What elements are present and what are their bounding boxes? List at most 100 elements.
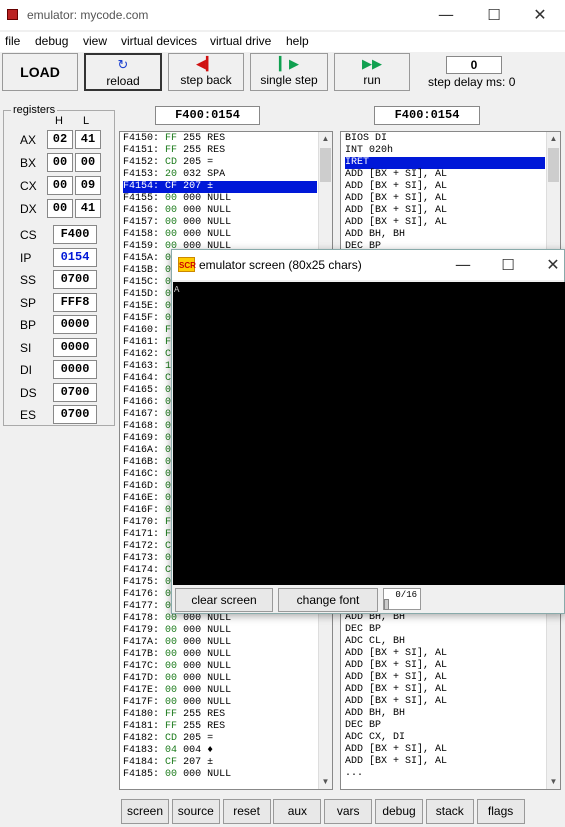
memory-row[interactable]: F4179: 00 000 NULL <box>123 625 313 637</box>
register-si[interactable]: 0000 <box>53 337 97 357</box>
emulator-display[interactable]: A <box>173 282 565 585</box>
scroll-up-icon[interactable]: ▲ <box>547 132 560 146</box>
register-cx-high[interactable]: 00 <box>47 176 73 195</box>
memory-row[interactable]: F4178: 00 000 NULL <box>123 613 313 625</box>
disasm-row[interactable]: DEC BP <box>345 720 381 732</box>
memory-row[interactable]: F4155: 00 000 NULL <box>123 193 313 205</box>
register-es[interactable]: 0700 <box>53 405 97 424</box>
clear-screen-button[interactable]: clear screen <box>175 588 273 612</box>
emulator-screen-title-bar[interactable]: SCR emulator screen (80x25 chars) — ☐ ✕ <box>172 250 564 280</box>
memory-row[interactable]: F417D: 00 000 NULL <box>123 673 313 685</box>
vars-button[interactable]: vars <box>324 799 373 824</box>
scroll-down-icon[interactable]: ▼ <box>319 775 332 789</box>
run-button[interactable]: ▶▶ run <box>334 53 410 91</box>
reset-button[interactable]: reset <box>222 799 271 824</box>
menu-help[interactable]: help <box>286 34 309 48</box>
memory-row[interactable]: F4182: CD 205 = <box>123 733 313 745</box>
debug-button[interactable]: debug <box>375 799 423 824</box>
disasm-row[interactable]: ADD [BX + SI], AL <box>345 684 447 696</box>
title-bar[interactable]: emulator: mycode.com — ☐ ✕ <box>0 0 565 30</box>
close-button[interactable]: ✕ <box>525 4 555 26</box>
close-button[interactable]: ✕ <box>538 254 565 276</box>
disasm-row[interactable]: ADD [BX + SI], AL <box>345 193 447 205</box>
memory-row[interactable]: F4184: CF 207 ± <box>123 757 313 769</box>
register-cs[interactable]: F400 <box>53 225 97 244</box>
memory-row[interactable]: F417B: 00 000 NULL <box>123 649 313 661</box>
disasm-row[interactable]: ADD [BX + SI], AL <box>345 696 447 708</box>
memory-row[interactable]: F4154: CF 207 ± <box>123 181 317 193</box>
disasm-row[interactable]: ADD [BX + SI], AL <box>345 648 447 660</box>
disasm-row[interactable]: ADD [BX + SI], AL <box>345 756 447 768</box>
register-di[interactable]: 0000 <box>53 360 97 379</box>
disasm-row[interactable]: ADD BH, BH <box>345 708 405 720</box>
disasm-row[interactable]: ADD [BX + SI], AL <box>345 169 447 181</box>
memory-row[interactable]: F4158: 00 000 NULL <box>123 229 313 241</box>
memory-row[interactable]: F4152: CD 205 = <box>123 157 313 169</box>
register-ss[interactable]: 0700 <box>53 270 97 289</box>
disasm-row[interactable]: ADD [BX + SI], AL <box>345 660 447 672</box>
maximize-button[interactable]: ☐ <box>479 4 509 26</box>
register-dx-high[interactable]: 00 <box>47 199 73 218</box>
font-slider-handle[interactable] <box>384 599 389 610</box>
disasm-row[interactable]: ADD [BX + SI], AL <box>345 672 447 684</box>
disasm-row[interactable]: DEC BP <box>345 624 381 636</box>
memory-row[interactable]: F417A: 00 000 NULL <box>123 637 313 649</box>
load-button[interactable]: LOAD <box>2 53 78 91</box>
single-step-button[interactable]: ▎▶ single step <box>250 53 328 91</box>
memory-address-field[interactable]: F400:0154 <box>155 106 260 125</box>
change-font-button[interactable]: change font <box>278 588 378 612</box>
step-back-button[interactable]: ◀▎ step back <box>168 53 244 91</box>
memory-row[interactable]: F4156: 00 000 NULL <box>123 205 313 217</box>
memory-row[interactable]: F417F: 00 000 NULL <box>123 697 313 709</box>
disasm-row[interactable]: ADD BH, BH <box>345 229 405 241</box>
step-delay-value[interactable]: 0 <box>446 56 502 74</box>
font-counter[interactable]: 0/16 <box>383 588 421 610</box>
register-ax-high[interactable]: 02 <box>47 130 73 149</box>
register-cx-low[interactable]: 09 <box>75 176 101 195</box>
menu-virtual-drive[interactable]: virtual drive <box>210 34 271 48</box>
maximize-button[interactable]: ☐ <box>493 254 523 276</box>
menu-file[interactable]: file <box>5 34 20 48</box>
scroll-down-icon[interactable]: ▼ <box>547 775 560 789</box>
memory-row[interactable]: F417C: 00 000 NULL <box>123 661 313 673</box>
menu-virtual-devices[interactable]: virtual devices <box>121 34 197 48</box>
disasm-row[interactable]: ADD [BX + SI], AL <box>345 744 447 756</box>
disasm-row[interactable]: ADD [BX + SI], AL <box>345 181 447 193</box>
register-sp[interactable]: FFF8 <box>53 292 97 312</box>
memory-row[interactable]: F4181: FF 255 RES <box>123 721 313 733</box>
register-ip[interactable]: 0154 <box>53 247 97 267</box>
menu-view[interactable]: view <box>83 34 107 48</box>
memory-row[interactable]: F4157: 00 000 NULL <box>123 217 313 229</box>
disasm-address-field[interactable]: F400:0154 <box>374 106 480 125</box>
register-bp[interactable]: 0000 <box>53 315 97 334</box>
aux-button[interactable]: aux <box>273 799 322 824</box>
scroll-up-icon[interactable]: ▲ <box>319 132 332 146</box>
memory-row[interactable]: F4180: FF 255 RES <box>123 709 313 721</box>
memory-row[interactable]: F4151: FF 255 RES <box>123 145 313 157</box>
memory-row[interactable]: F4185: 00 000 NULL <box>123 769 313 781</box>
flags-button[interactable]: flags <box>476 799 525 824</box>
screen-button[interactable]: screen <box>121 799 169 824</box>
register-dx-low[interactable]: 41 <box>75 199 101 218</box>
disasm-row[interactable]: ADD [BX + SI], AL <box>345 205 447 217</box>
emulator-screen-window[interactable]: SCR emulator screen (80x25 chars) — ☐ ✕ … <box>171 249 565 614</box>
memory-row[interactable]: F417E: 00 000 NULL <box>123 685 313 697</box>
memory-row[interactable]: F4183: 04 004 ♦ <box>123 745 313 757</box>
source-button[interactable]: source <box>171 799 220 824</box>
memory-row[interactable]: F4153: 20 032 SPA <box>123 169 313 181</box>
register-ds[interactable]: 0700 <box>53 382 97 402</box>
disasm-row[interactable]: INT 020h <box>345 145 393 157</box>
menu-debug[interactable]: debug <box>35 34 68 48</box>
disasm-row[interactable]: ... <box>345 768 363 780</box>
disasm-row[interactable]: ADC CL, BH <box>345 636 405 648</box>
scroll-thumb[interactable] <box>320 148 331 182</box>
disasm-row[interactable]: IRET <box>345 157 545 169</box>
disasm-row[interactable]: ADD [BX + SI], AL <box>345 217 447 229</box>
stack-button[interactable]: stack <box>425 799 474 824</box>
minimize-button[interactable]: — <box>431 4 461 26</box>
memory-row[interactable]: F4150: FF 255 RES <box>123 133 313 145</box>
minimize-button[interactable]: — <box>448 254 478 276</box>
register-bx-high[interactable]: 00 <box>47 153 73 172</box>
disasm-row[interactable]: BIOS DI <box>345 133 387 145</box>
reload-button[interactable]: ↻ reload <box>84 53 162 91</box>
